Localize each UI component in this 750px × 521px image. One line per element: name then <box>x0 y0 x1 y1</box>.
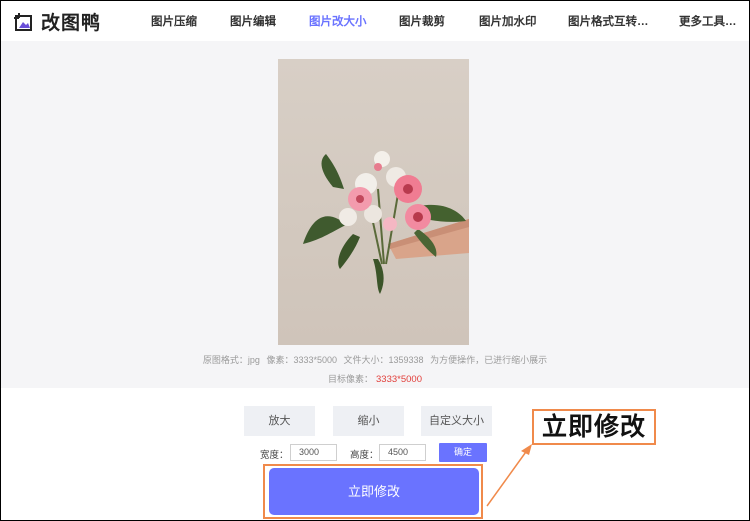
shrink-button[interactable]: 缩小 <box>333 406 404 436</box>
dimension-row: 宽度： 3000 高度： 4500 <box>1 444 749 462</box>
nav-item-compress[interactable]: 图片压缩 <box>151 13 197 29</box>
custom-size-button[interactable]: 自定义大小 <box>421 406 492 436</box>
original-format: 原图格式：jpg <box>202 355 260 365</box>
nav-item-format-convert[interactable]: 图片格式互转… <box>568 13 649 29</box>
main-nav: 图片压缩 图片编辑 图片改大小 图片裁剪 图片加水印 图片格式互转… 更多工具… <box>1 13 749 33</box>
width-input[interactable]: 3000 <box>290 444 337 461</box>
width-label: 宽度： <box>260 450 289 461</box>
submit-button[interactable]: 立即修改 <box>269 468 479 515</box>
target-pixels: 目标像素： 3333*5000 <box>1 372 749 385</box>
height-label: 高度： <box>350 450 379 461</box>
original-pixels: 像素：3333*5000 <box>266 355 337 365</box>
height-input[interactable]: 4500 <box>379 444 426 461</box>
nav-item-watermark[interactable]: 图片加水印 <box>479 13 537 29</box>
confirm-button[interactable]: 确定 <box>439 443 487 462</box>
page-frame: 改图鸭 图片压缩 图片编辑 图片改大小 图片裁剪 图片加水印 图片格式互转… 更… <box>0 0 750 521</box>
top-header: 改图鸭 图片压缩 图片编辑 图片改大小 图片裁剪 图片加水印 图片格式互转… 更… <box>1 1 749 41</box>
image-info: 原图格式：jpg 像素：3333*5000 文件大小：1359338 为方便操作… <box>1 353 749 366</box>
target-value: 3333*5000 <box>376 374 422 385</box>
target-label: 目标像素： <box>328 374 374 384</box>
enlarge-button[interactable]: 放大 <box>244 406 315 436</box>
file-size: 文件大小：1359338 <box>343 355 424 365</box>
nav-item-crop[interactable]: 图片裁剪 <box>399 13 445 29</box>
nav-item-edit[interactable]: 图片编辑 <box>230 13 276 29</box>
preview-image <box>278 59 469 345</box>
bouquet-illustration <box>303 151 469 294</box>
nav-item-more-tools[interactable]: 更多工具… <box>679 13 737 29</box>
nav-item-resize[interactable]: 图片改大小 <box>309 13 367 29</box>
callout-label: 立即修改 <box>532 409 656 445</box>
display-note: 为方便操作，已进行缩小展示 <box>430 355 548 365</box>
preview-area: 原图格式：jpg 像素：3333*5000 文件大小：1359338 为方便操作… <box>1 41 749 388</box>
